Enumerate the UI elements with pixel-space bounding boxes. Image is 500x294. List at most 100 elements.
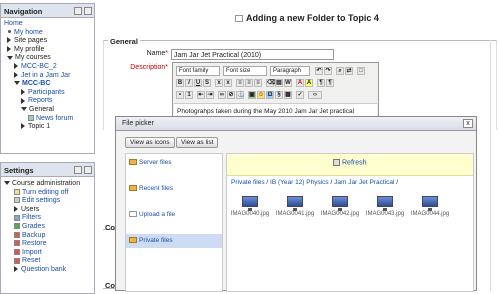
settings-reset[interactable]: Reset xyxy=(4,257,91,266)
format-select[interactable]: Paragraph xyxy=(270,66,310,76)
media-icon[interactable]: ☺ xyxy=(257,91,265,99)
repo-private-files[interactable]: Private files xyxy=(126,234,222,248)
settings-question-bank[interactable]: Question bank xyxy=(4,266,91,275)
bold-icon[interactable]: B xyxy=(176,79,184,87)
indent-icon[interactable]: ⇥ xyxy=(206,91,214,99)
collapse-icon[interactable] xyxy=(84,166,92,174)
expand-arrow-icon xyxy=(21,97,25,104)
settings-edit-settings[interactable]: Edit settings xyxy=(4,197,91,206)
settings-filters[interactable]: Filters xyxy=(4,214,91,223)
text-color-icon[interactable]: A xyxy=(296,79,304,87)
align-left-icon[interactable]: ≡ xyxy=(236,79,244,87)
nav-participants[interactable]: Participants xyxy=(4,89,91,98)
repository-list: Server files Recent files Upload a file … xyxy=(125,153,223,292)
superscript-icon[interactable]: x xyxy=(224,79,232,87)
background-color-icon[interactable]: A xyxy=(305,79,313,87)
navigation-header: Navigation xyxy=(1,4,94,18)
settings-import[interactable]: Import xyxy=(4,249,91,258)
expand-arrow-icon xyxy=(7,45,11,52)
nav-course-mcc-bc[interactable]: MCC-BC xyxy=(4,80,91,89)
fullscreen-icon[interactable]: □ xyxy=(357,67,365,75)
settings-backup[interactable]: Backup xyxy=(4,232,91,241)
breadcrumb-course[interactable]: IB (Year 12) Physics xyxy=(270,179,329,186)
paste-word-icon[interactable]: W xyxy=(284,79,292,87)
folder-icon xyxy=(235,15,243,23)
file-item[interactable]: IMAG0044.jpg xyxy=(407,196,453,217)
settings-users[interactable]: Users xyxy=(4,206,91,215)
repo-recent-files[interactable]: Recent files xyxy=(126,182,222,196)
rtl-icon[interactable]: ¶ xyxy=(326,79,334,87)
strike-icon[interactable]: S xyxy=(203,79,211,87)
view-as-icons-button[interactable]: View as icons xyxy=(125,137,175,148)
table-icon[interactable]: ▦ xyxy=(284,91,292,99)
close-icon[interactable]: x xyxy=(463,119,473,128)
nav-general[interactable]: General xyxy=(4,106,91,115)
nav-topic-1[interactable]: Topic 1 xyxy=(4,123,91,132)
ltr-icon[interactable]: ¶ xyxy=(317,79,325,87)
nav-news-forum[interactable]: News forum xyxy=(4,115,91,124)
redo-icon[interactable]: ↷ xyxy=(324,67,332,75)
underline-icon[interactable]: U xyxy=(194,79,202,87)
bullet-list-icon[interactable]: • xyxy=(176,91,184,99)
image-icon[interactable]: ▣ xyxy=(248,91,256,99)
file-item[interactable]: IMAG0042.jpg xyxy=(317,196,363,217)
settings-grades[interactable]: Grades xyxy=(4,223,91,232)
file-picker-title: File picker xyxy=(122,120,154,127)
paste-text-icon[interactable]: ▤ xyxy=(275,79,283,87)
nav-my-courses[interactable]: My courses xyxy=(4,54,91,63)
nav-my-profile[interactable]: My profile xyxy=(4,46,91,55)
view-as-list-button[interactable]: View as list xyxy=(176,137,219,148)
description-editor: Font family Font size Paragraph ↶ ↷ ⌕ ⇄ … xyxy=(172,62,379,124)
settings-restore[interactable]: Restore xyxy=(4,240,91,249)
file-item[interactable]: IMAG0040.jpg xyxy=(227,196,273,217)
repo-server-files[interactable]: Server files xyxy=(126,156,222,170)
outdent-icon[interactable]: ⇤ xyxy=(197,91,205,99)
undo-icon[interactable]: ↶ xyxy=(315,67,323,75)
html-icon[interactable]: ‹› xyxy=(308,91,322,99)
repo-upload-file[interactable]: Upload a file xyxy=(126,208,222,222)
settings-title: Settings xyxy=(4,166,34,175)
font-family-select[interactable]: Font family xyxy=(176,66,220,76)
private-folder-icon xyxy=(129,237,137,244)
nav-course-jet[interactable]: Jet in a Jam Jar xyxy=(4,72,91,81)
general-legend: General xyxy=(108,37,140,46)
clear-format-icon[interactable]: ⌫ xyxy=(266,79,275,87)
nav-reports[interactable]: Reports xyxy=(4,97,91,106)
align-right-icon[interactable]: ≡ xyxy=(254,79,262,87)
link-icon[interactable]: ∞ xyxy=(218,91,226,99)
anchor-icon[interactable]: ⚓ xyxy=(236,91,244,99)
collapse-icon[interactable] xyxy=(84,7,92,15)
breadcrumb: Private files / IB (Year 12) Physics / J… xyxy=(231,179,399,186)
find-icon[interactable]: ⌕ xyxy=(336,67,344,75)
font-size-select[interactable]: Font size xyxy=(223,66,267,76)
name-input[interactable]: Jam Jar Jet Practical (2010) xyxy=(171,49,334,60)
expand-arrow-icon xyxy=(21,88,25,95)
navigation-title: Navigation xyxy=(4,7,43,16)
breadcrumb-folder[interactable]: Jam Jar Jet Practical xyxy=(334,179,394,186)
course-administration[interactable]: Course administration xyxy=(4,180,91,189)
replace-icon[interactable]: ⇄ xyxy=(345,67,353,75)
italic-icon[interactable]: I xyxy=(185,79,193,87)
file-item[interactable]: IMAG0043.jpg xyxy=(362,196,408,217)
nav-site-pages[interactable]: Site pages xyxy=(4,37,91,46)
navigation-block: Navigation Home My home Site pages My pr… xyxy=(0,3,95,154)
numbered-list-icon[interactable]: 1 xyxy=(185,91,193,99)
special-char-icon[interactable]: § xyxy=(275,91,283,99)
settings-turn-editing-off[interactable]: Turn editing off xyxy=(4,189,91,198)
dock-icon[interactable] xyxy=(74,166,82,174)
refresh-button[interactable]: Refresh xyxy=(333,159,367,166)
bullet-icon xyxy=(8,30,11,34)
align-center-icon[interactable]: ≡ xyxy=(245,79,253,87)
spellcheck-icon[interactable]: ✓ xyxy=(296,91,304,99)
breadcrumb-private-files[interactable]: Private files xyxy=(231,179,265,186)
file-picker-titlebar[interactable]: File picker x xyxy=(116,117,476,131)
subscript-icon[interactable]: x xyxy=(215,79,223,87)
equation-icon[interactable]: Ω xyxy=(266,91,274,99)
nav-course-mcc-bc2[interactable]: MCC-BC_2 xyxy=(4,63,91,72)
dock-icon[interactable] xyxy=(74,7,82,15)
nav-my-home[interactable]: My home xyxy=(4,29,91,38)
image-file-icon xyxy=(332,196,348,211)
unlink-icon[interactable]: ⊘ xyxy=(227,91,235,99)
nav-home[interactable]: Home xyxy=(4,20,91,29)
file-item[interactable]: IMAG0041.jpg xyxy=(272,196,318,217)
